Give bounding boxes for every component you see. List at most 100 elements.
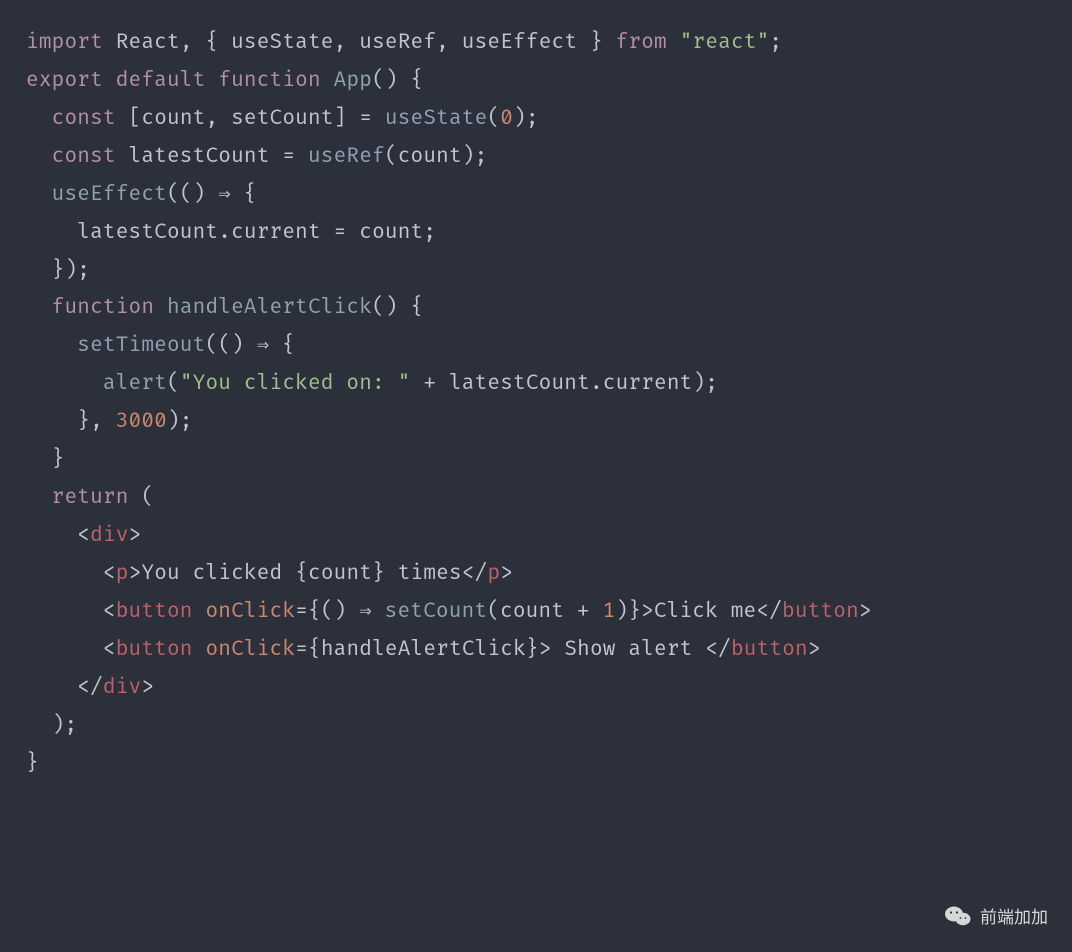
code-token: ); [167, 409, 193, 434]
code-token: button [782, 599, 859, 624]
code-line: </div> [26, 669, 1046, 707]
code-line: <p>You clicked {count} times</p> [26, 555, 1046, 593]
code-token [26, 333, 77, 358]
code-line: } [26, 441, 1046, 479]
code-token: > [141, 675, 154, 700]
code-token: (() [167, 182, 218, 207]
code-token: { [269, 333, 295, 358]
code-line: }, 3000); [26, 403, 1046, 441]
code-token: current [231, 220, 321, 245]
code-token: </ [756, 599, 782, 624]
code-token [26, 523, 77, 548]
code-token: import [26, 30, 103, 55]
code-token: You clicked [141, 561, 295, 586]
code-token: = [270, 144, 308, 169]
code-token: + [564, 599, 602, 624]
code-token: = [295, 599, 308, 624]
code-line: <div> [26, 517, 1046, 555]
code-token [372, 599, 385, 624]
code-token: function [218, 68, 321, 93]
code-token: "You clicked on: " [180, 371, 411, 396]
code-token [26, 258, 52, 283]
code-token: < [103, 637, 116, 662]
code-token: </ [462, 561, 488, 586]
code-token: . [218, 220, 231, 245]
code-token [129, 485, 142, 510]
code-token: button [731, 637, 808, 662]
code-token: </ [705, 637, 731, 662]
code-token: { [308, 637, 321, 662]
code-token: (() [205, 333, 256, 358]
code-line: function handleAlertClick() { [26, 289, 1046, 327]
code-token: . [590, 371, 603, 396]
code-line: const [count, setCount] = useState(0); [26, 100, 1046, 138]
code-token: < [77, 523, 90, 548]
code-token: ); [513, 106, 539, 131]
code-token: onClick [205, 637, 295, 662]
code-token [26, 561, 103, 586]
code-token: }, [77, 409, 115, 434]
code-token: button [116, 599, 193, 624]
code-token: count [500, 599, 564, 624]
code-token [26, 182, 52, 207]
code-token [154, 295, 167, 320]
code-token: div [90, 523, 128, 548]
code-token: } [52, 447, 65, 472]
code-token: App [334, 68, 372, 93]
code-token [26, 106, 52, 131]
code-line: return ( [26, 479, 1046, 517]
code-token: p [487, 561, 500, 586]
code-token: Click me [654, 599, 757, 624]
code-line: } [26, 745, 1046, 783]
code-token [26, 295, 52, 320]
code-token: , [436, 30, 462, 55]
code-token: < [103, 599, 116, 624]
wechat-icon [944, 904, 972, 928]
code-token: ( [487, 106, 500, 131]
code-token: useState [231, 30, 334, 55]
code-token: > [500, 561, 513, 586]
code-token: useEffect [462, 30, 577, 55]
code-line: export default function App() { [26, 62, 1046, 100]
code-token: export [26, 68, 103, 93]
code-token: const [52, 144, 116, 169]
code-token: handleAlertClick [167, 295, 372, 320]
code-token: React [116, 30, 180, 55]
code-token: , [334, 30, 360, 55]
code-token: 0 [500, 106, 513, 131]
code-token: count [359, 220, 423, 245]
code-token: > [859, 599, 872, 624]
code-token: default [116, 68, 206, 93]
code-token [116, 106, 129, 131]
code-token: "react" [680, 30, 770, 55]
code-token: useRef [308, 144, 385, 169]
code-token [26, 485, 52, 510]
code-token: count [141, 106, 205, 131]
code-token: ] = [334, 106, 385, 131]
code-token: ); [52, 713, 78, 738]
code-token: + [411, 371, 449, 396]
code-token: { [295, 561, 308, 586]
code-token [103, 68, 116, 93]
code-token [26, 713, 52, 738]
code-line: alert("You clicked on: " + latestCount.c… [26, 365, 1046, 403]
code-token: count [398, 144, 462, 169]
code-token: ); [692, 371, 718, 396]
code-token: = [295, 637, 308, 662]
code-token: } [26, 751, 39, 776]
code-token [26, 220, 77, 245]
code-token [116, 144, 129, 169]
code-token: ⇒ [257, 333, 270, 358]
watermark: 前端加加 [944, 903, 1048, 928]
code-token: </ [77, 675, 103, 700]
code-token: , [205, 106, 231, 131]
code-token: ); [462, 144, 488, 169]
code-line: setTimeout(() ⇒ { [26, 327, 1046, 365]
code-token: alert [103, 371, 167, 396]
code-token: > [808, 637, 821, 662]
code-line: <button onClick={handleAlertClick}> Show… [26, 631, 1046, 669]
code-token: useState [385, 106, 488, 131]
code-token: { [308, 599, 321, 624]
code-token [26, 599, 103, 624]
code-token: div [103, 675, 141, 700]
